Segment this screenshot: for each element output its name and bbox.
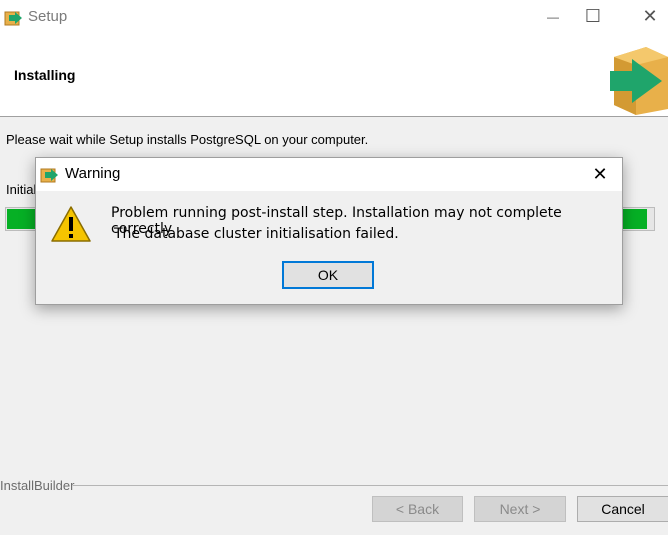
warning-dialog: Warning ✕ Problem running post-install s… — [35, 157, 623, 305]
footer-divider — [73, 485, 668, 486]
window-titlebar: Setup — ☐ ✕ — [0, 0, 668, 33]
setup-app-icon — [4, 11, 22, 26]
dialog-app-icon — [40, 168, 58, 183]
ok-button[interactable]: OK — [282, 261, 374, 289]
cancel-button[interactable]: Cancel — [577, 496, 668, 522]
next-button[interactable]: Next > — [474, 496, 566, 522]
setup-header: Installing — [0, 33, 668, 117]
warning-icon — [51, 206, 91, 242]
close-button[interactable]: ✕ — [627, 0, 668, 33]
maximize-icon: ☐ — [584, 6, 602, 26]
installer-logo-icon — [610, 47, 668, 115]
maximize-button[interactable]: ☐ — [570, 0, 616, 33]
close-icon: ✕ — [642, 6, 658, 26]
close-icon: ✕ — [592, 164, 608, 184]
back-button[interactable]: < Back — [372, 496, 463, 522]
installbuilder-label: InstallBuilder — [0, 478, 78, 493]
page-title: Installing — [14, 67, 76, 83]
dialog-close-button[interactable]: ✕ — [578, 158, 622, 191]
dialog-message-line2: The database cluster initialisation fail… — [114, 226, 399, 242]
install-description: Please wait while Setup installs Postgre… — [6, 132, 369, 147]
minimize-icon: — — [547, 9, 559, 24]
window-title: Setup — [28, 8, 68, 25]
dialog-title: Warning — [65, 165, 121, 182]
status-label: Initial — [6, 182, 37, 197]
dialog-titlebar: Warning ✕ — [36, 158, 622, 191]
